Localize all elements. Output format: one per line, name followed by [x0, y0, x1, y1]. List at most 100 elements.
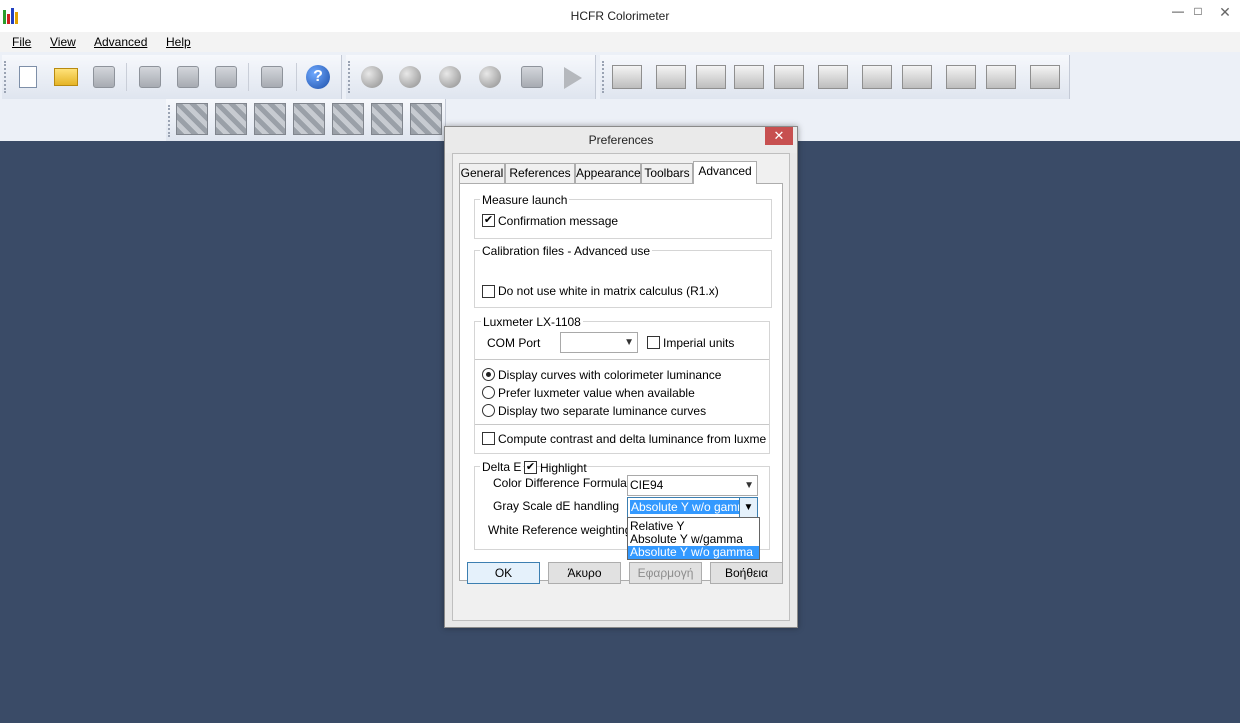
confirmation-label: Confirmation message: [498, 214, 619, 228]
pattern-icon: [254, 103, 286, 135]
view-button-11[interactable]: [1030, 63, 1060, 91]
check-icon: ✔: [525, 461, 536, 473]
measure-spheres-icon: [439, 66, 461, 88]
paste-button[interactable]: [212, 63, 240, 91]
toolbar-grip[interactable]: [168, 105, 171, 137]
apply-button[interactable]: Εφαρμογή: [629, 562, 702, 584]
com-port-label: COM Port: [487, 336, 541, 350]
menu-help[interactable]: Help: [166, 35, 191, 49]
measure-button-1[interactable]: [358, 63, 386, 91]
pattern-button-4[interactable]: [293, 103, 325, 135]
toolbar-grip[interactable]: [602, 61, 605, 93]
close-icon[interactable]: ✕: [1210, 4, 1240, 22]
measure-spheres-icon: [361, 66, 383, 88]
window-title: HCFR Colorimeter: [570, 9, 670, 23]
chevron-down-icon: ▼: [744, 480, 754, 491]
maximize-icon[interactable]: □: [1188, 4, 1208, 22]
radio-prefer-luxmeter-label: Prefer luxmeter value when available: [498, 386, 695, 400]
view-button-2[interactable]: [656, 63, 686, 91]
radio-prefer-luxmeter[interactable]: [482, 386, 495, 399]
view-button-4[interactable]: [734, 63, 764, 91]
play-button[interactable]: [558, 63, 586, 91]
cut-button[interactable]: [136, 63, 164, 91]
menu-view-label: View: [50, 35, 76, 49]
toolbar-patterns: [166, 99, 446, 141]
save-button[interactable]: [90, 63, 118, 91]
formula-select[interactable]: CIE94 ▼: [627, 475, 758, 496]
menu-file[interactable]: File: [12, 35, 31, 49]
toolbar-file: ?: [2, 55, 342, 99]
radio-two-curves-label: Display two separate luminance curves: [498, 404, 707, 418]
pattern-icon: [215, 103, 247, 135]
camera-button[interactable]: [518, 63, 546, 91]
dropdown-option-absolute-no-gamma[interactable]: Absolute Y w/o gamma: [628, 546, 759, 559]
view-button-8[interactable]: [902, 63, 932, 91]
measure-button-4[interactable]: [476, 63, 504, 91]
view-button-1[interactable]: [612, 63, 642, 91]
no-white-matrix-label: Do not use white in matrix calculus (R1.…: [498, 284, 719, 298]
new-document-button[interactable]: [14, 63, 42, 91]
pattern-icon: [371, 103, 403, 135]
radio-two-curves[interactable]: [482, 404, 495, 417]
cut-icon: [139, 66, 161, 88]
chevron-down-icon[interactable]: ▼: [739, 498, 757, 517]
imperial-units-label: Imperial units: [663, 336, 735, 350]
help-icon: ?: [306, 65, 330, 89]
pattern-button-3[interactable]: [254, 103, 286, 135]
pattern-button-5[interactable]: [332, 103, 364, 135]
tab-toolbars[interactable]: Toolbars: [641, 163, 693, 183]
imperial-units-checkbox[interactable]: [647, 336, 660, 349]
view-button-9[interactable]: [946, 63, 976, 91]
menu-view[interactable]: View: [50, 35, 76, 49]
gray-scale-select[interactable]: Absolute Y w/o gamma ▼: [627, 497, 758, 518]
cancel-button[interactable]: Άκυρο: [548, 562, 621, 584]
compute-contrast-checkbox[interactable]: [482, 432, 495, 445]
dialog-title: Preferences: [445, 127, 797, 153]
gray-scale-dropdown-list: Relative Y Absolute Y w/gamma Absolute Y…: [627, 517, 760, 560]
open-button[interactable]: [52, 63, 80, 91]
chevron-down-icon: ▼: [624, 337, 634, 348]
menu-advanced[interactable]: Advanced: [94, 35, 147, 49]
help-dialog-button[interactable]: Βοήθεια: [710, 562, 783, 584]
dialog-close-icon[interactable]: ✕: [765, 127, 793, 145]
toolbar-grip[interactable]: [348, 61, 351, 93]
view-button-6[interactable]: [818, 63, 848, 91]
confirmation-checkbox[interactable]: ✔: [482, 214, 495, 227]
com-port-select[interactable]: ▼: [560, 332, 638, 353]
pattern-button-7[interactable]: [410, 103, 442, 135]
divider: [475, 424, 769, 425]
open-folder-icon: [54, 68, 78, 86]
view-button-3[interactable]: [696, 63, 726, 91]
pattern-icon: [176, 103, 208, 135]
help-button[interactable]: ?: [304, 63, 332, 91]
highlight-checkbox[interactable]: ✔: [524, 461, 537, 474]
tab-references[interactable]: References: [505, 163, 575, 183]
view-button-7[interactable]: [862, 63, 892, 91]
pattern-icon: [332, 103, 364, 135]
print-button[interactable]: [258, 63, 286, 91]
no-white-matrix-checkbox[interactable]: [482, 285, 495, 298]
save-icon: [93, 66, 115, 88]
pattern-button-6[interactable]: [371, 103, 403, 135]
measure-spheres-icon: [479, 66, 501, 88]
pattern-button-1[interactable]: [176, 103, 208, 135]
measure-button-2[interactable]: [396, 63, 424, 91]
tab-advanced[interactable]: Advanced: [693, 161, 757, 184]
toolbar-views: [600, 55, 1070, 99]
measure-button-3[interactable]: [436, 63, 464, 91]
ok-button[interactable]: OK: [467, 562, 540, 584]
tab-appearance[interactable]: Appearance: [575, 163, 641, 183]
minimize-icon[interactable]: —: [1168, 4, 1188, 22]
check-icon: ✔: [483, 214, 494, 226]
copy-button[interactable]: [174, 63, 202, 91]
view-button-10[interactable]: [986, 63, 1016, 91]
tab-general[interactable]: General: [459, 163, 505, 183]
radio-colorimeter-luminance[interactable]: [482, 368, 495, 381]
luxmeter-label: Luxmeter LX-1108: [481, 315, 583, 329]
formula-value: CIE94: [630, 478, 664, 492]
pattern-button-2[interactable]: [215, 103, 247, 135]
toolbar-grip[interactable]: [4, 61, 7, 93]
menu-advanced-label: Advanced: [94, 35, 148, 49]
view-button-5[interactable]: [774, 63, 804, 91]
toolbar-separator: [248, 63, 249, 91]
